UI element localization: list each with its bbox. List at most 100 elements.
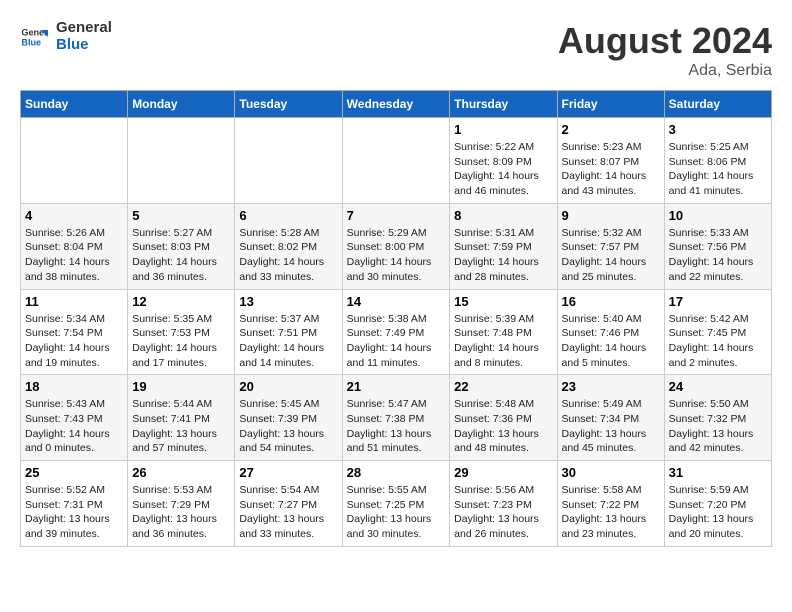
- day-info: Sunrise: 5:23 AM Sunset: 8:07 PM Dayligh…: [562, 140, 660, 199]
- day-info: Sunrise: 5:45 AM Sunset: 7:39 PM Dayligh…: [239, 397, 337, 456]
- calendar-cell-1-7: 3 Sunrise: 5:25 AM Sunset: 8:06 PM Daylig…: [664, 118, 771, 204]
- day-info: Sunrise: 5:28 AM Sunset: 8:02 PM Dayligh…: [239, 226, 337, 285]
- day-number: 6: [239, 208, 337, 223]
- weekday-header-row: SundayMondayTuesdayWednesdayThursdayFrid…: [21, 91, 772, 118]
- day-info: Sunrise: 5:55 AM Sunset: 7:25 PM Dayligh…: [347, 483, 446, 542]
- calendar-cell-4-7: 24 Sunrise: 5:50 AM Sunset: 7:32 PM Dayli…: [664, 375, 771, 461]
- day-number: 20: [239, 379, 337, 394]
- day-info: Sunrise: 5:52 AM Sunset: 7:31 PM Dayligh…: [25, 483, 123, 542]
- day-info: Sunrise: 5:25 AM Sunset: 8:06 PM Dayligh…: [669, 140, 767, 199]
- logo-blue: Blue: [56, 37, 112, 54]
- weekday-saturday: Saturday: [664, 91, 771, 118]
- weekday-tuesday: Tuesday: [235, 91, 342, 118]
- day-info: Sunrise: 5:48 AM Sunset: 7:36 PM Dayligh…: [454, 397, 552, 456]
- day-number: 16: [562, 294, 660, 309]
- day-number: 18: [25, 379, 123, 394]
- svg-text:Blue: Blue: [21, 37, 41, 47]
- calendar-cell-2-5: 8Sunrise: 5:31 AM Sunset: 7:59 PM Daylig…: [450, 203, 557, 289]
- weekday-thursday: Thursday: [450, 91, 557, 118]
- calendar-cell-5-5: 29 Sunrise: 5:56 AM Sunset: 7:23 PM Dayli…: [450, 461, 557, 547]
- day-info: Sunrise: 5:44 AM Sunset: 7:41 PM Dayligh…: [132, 397, 230, 456]
- day-info: Sunrise: 5:26 AM Sunset: 8:04 PM Dayligh…: [25, 226, 123, 285]
- calendar-cell-5-1: 25 Sunrise: 5:52 AM Sunset: 7:31 PM Dayli…: [21, 461, 128, 547]
- day-info: Sunrise: 5:27 AM Sunset: 8:03 PM Dayligh…: [132, 226, 230, 285]
- calendar-cell-5-2: 26 Sunrise: 5:53 AM Sunset: 7:29 PM Dayli…: [128, 461, 235, 547]
- day-number: 7: [347, 208, 446, 223]
- calendar-cell-5-4: 28 Sunrise: 5:55 AM Sunset: 7:25 PM Dayli…: [342, 461, 450, 547]
- day-number: 17: [669, 294, 767, 309]
- calendar-cell-5-7: 31 Sunrise: 5:59 AM Sunset: 7:20 PM Dayli…: [664, 461, 771, 547]
- calendar-cell-1-1: [21, 118, 128, 204]
- day-info: Sunrise: 5:43 AM Sunset: 7:43 PM Dayligh…: [25, 397, 123, 456]
- day-number: 10: [669, 208, 767, 223]
- logo: General Blue General Blue: [20, 20, 112, 53]
- day-number: 1: [454, 122, 552, 137]
- day-number: 29: [454, 465, 552, 480]
- day-info: Sunrise: 5:53 AM Sunset: 7:29 PM Dayligh…: [132, 483, 230, 542]
- calendar-cell-2-1: 4 Sunrise: 5:26 AM Sunset: 8:04 PM Daylig…: [21, 203, 128, 289]
- day-info: Sunrise: 5:32 AM Sunset: 7:57 PM Dayligh…: [562, 226, 660, 285]
- day-number: 13: [239, 294, 337, 309]
- calendar-cell-4-4: 21Sunrise: 5:47 AM Sunset: 7:38 PM Dayli…: [342, 375, 450, 461]
- calendar-cell-3-2: 12 Sunrise: 5:35 AM Sunset: 7:53 PM Dayli…: [128, 289, 235, 375]
- calendar-week-1: 1Sunrise: 5:22 AM Sunset: 8:09 PM Daylig…: [21, 118, 772, 204]
- day-info: Sunrise: 5:50 AM Sunset: 7:32 PM Dayligh…: [669, 397, 767, 456]
- weekday-monday: Monday: [128, 91, 235, 118]
- day-info: Sunrise: 5:39 AM Sunset: 7:48 PM Dayligh…: [454, 312, 552, 371]
- day-info: Sunrise: 5:37 AM Sunset: 7:51 PM Dayligh…: [239, 312, 337, 371]
- calendar-cell-2-7: 10Sunrise: 5:33 AM Sunset: 7:56 PM Dayli…: [664, 203, 771, 289]
- calendar-cell-4-2: 19Sunrise: 5:44 AM Sunset: 7:41 PM Dayli…: [128, 375, 235, 461]
- title-block: August 2024 Ada, Serbia: [558, 20, 772, 80]
- day-info: Sunrise: 5:35 AM Sunset: 7:53 PM Dayligh…: [132, 312, 230, 371]
- day-number: 12: [132, 294, 230, 309]
- day-info: Sunrise: 5:58 AM Sunset: 7:22 PM Dayligh…: [562, 483, 660, 542]
- calendar-week-5: 25 Sunrise: 5:52 AM Sunset: 7:31 PM Dayli…: [21, 461, 772, 547]
- day-info: Sunrise: 5:34 AM Sunset: 7:54 PM Dayligh…: [25, 312, 123, 371]
- calendar-cell-5-3: 27 Sunrise: 5:54 AM Sunset: 7:27 PM Dayli…: [235, 461, 342, 547]
- logo-general: General: [56, 20, 112, 37]
- calendar-cell-3-1: 11 Sunrise: 5:34 AM Sunset: 7:54 PM Dayli…: [21, 289, 128, 375]
- calendar-cell-1-6: 2 Sunrise: 5:23 AM Sunset: 8:07 PM Daylig…: [557, 118, 664, 204]
- day-number: 15: [454, 294, 552, 309]
- day-number: 30: [562, 465, 660, 480]
- weekday-sunday: Sunday: [21, 91, 128, 118]
- day-number: 23: [562, 379, 660, 394]
- day-number: 11: [25, 294, 123, 309]
- day-info: Sunrise: 5:49 AM Sunset: 7:34 PM Dayligh…: [562, 397, 660, 456]
- calendar-cell-4-5: 22 Sunrise: 5:48 AM Sunset: 7:36 PM Dayli…: [450, 375, 557, 461]
- day-number: 25: [25, 465, 123, 480]
- day-number: 26: [132, 465, 230, 480]
- calendar-title: August 2024: [558, 20, 772, 62]
- calendar-cell-2-2: 5Sunrise: 5:27 AM Sunset: 8:03 PM Daylig…: [128, 203, 235, 289]
- page-header: General Blue General Blue August 2024 Ad…: [20, 20, 772, 80]
- day-number: 3: [669, 122, 767, 137]
- day-number: 24: [669, 379, 767, 394]
- day-info: Sunrise: 5:54 AM Sunset: 7:27 PM Dayligh…: [239, 483, 337, 542]
- day-info: Sunrise: 5:59 AM Sunset: 7:20 PM Dayligh…: [669, 483, 767, 542]
- calendar-cell-1-4: [342, 118, 450, 204]
- day-info: Sunrise: 5:40 AM Sunset: 7:46 PM Dayligh…: [562, 312, 660, 371]
- calendar-cell-2-4: 7Sunrise: 5:29 AM Sunset: 8:00 PM Daylig…: [342, 203, 450, 289]
- calendar-cell-4-1: 18 Sunrise: 5:43 AM Sunset: 7:43 PM Dayli…: [21, 375, 128, 461]
- calendar-cell-4-3: 20 Sunrise: 5:45 AM Sunset: 7:39 PM Dayli…: [235, 375, 342, 461]
- calendar-cell-3-5: 15 Sunrise: 5:39 AM Sunset: 7:48 PM Dayli…: [450, 289, 557, 375]
- calendar-cell-3-6: 16 Sunrise: 5:40 AM Sunset: 7:46 PM Dayli…: [557, 289, 664, 375]
- calendar-cell-4-6: 23 Sunrise: 5:49 AM Sunset: 7:34 PM Dayli…: [557, 375, 664, 461]
- day-number: 31: [669, 465, 767, 480]
- calendar-cell-2-6: 9Sunrise: 5:32 AM Sunset: 7:57 PM Daylig…: [557, 203, 664, 289]
- day-number: 27: [239, 465, 337, 480]
- day-info: Sunrise: 5:38 AM Sunset: 7:49 PM Dayligh…: [347, 312, 446, 371]
- day-number: 2: [562, 122, 660, 137]
- day-number: 28: [347, 465, 446, 480]
- day-number: 22: [454, 379, 552, 394]
- logo-icon: General Blue: [20, 23, 48, 51]
- day-info: Sunrise: 5:56 AM Sunset: 7:23 PM Dayligh…: [454, 483, 552, 542]
- day-info: Sunrise: 5:42 AM Sunset: 7:45 PM Dayligh…: [669, 312, 767, 371]
- calendar-cell-2-3: 6 Sunrise: 5:28 AM Sunset: 8:02 PM Daylig…: [235, 203, 342, 289]
- weekday-friday: Friday: [557, 91, 664, 118]
- day-number: 8: [454, 208, 552, 223]
- calendar-table: SundayMondayTuesdayWednesdayThursdayFrid…: [20, 90, 772, 547]
- calendar-location: Ada, Serbia: [558, 62, 772, 80]
- day-number: 4: [25, 208, 123, 223]
- day-info: Sunrise: 5:47 AM Sunset: 7:38 PM Dayligh…: [347, 397, 446, 456]
